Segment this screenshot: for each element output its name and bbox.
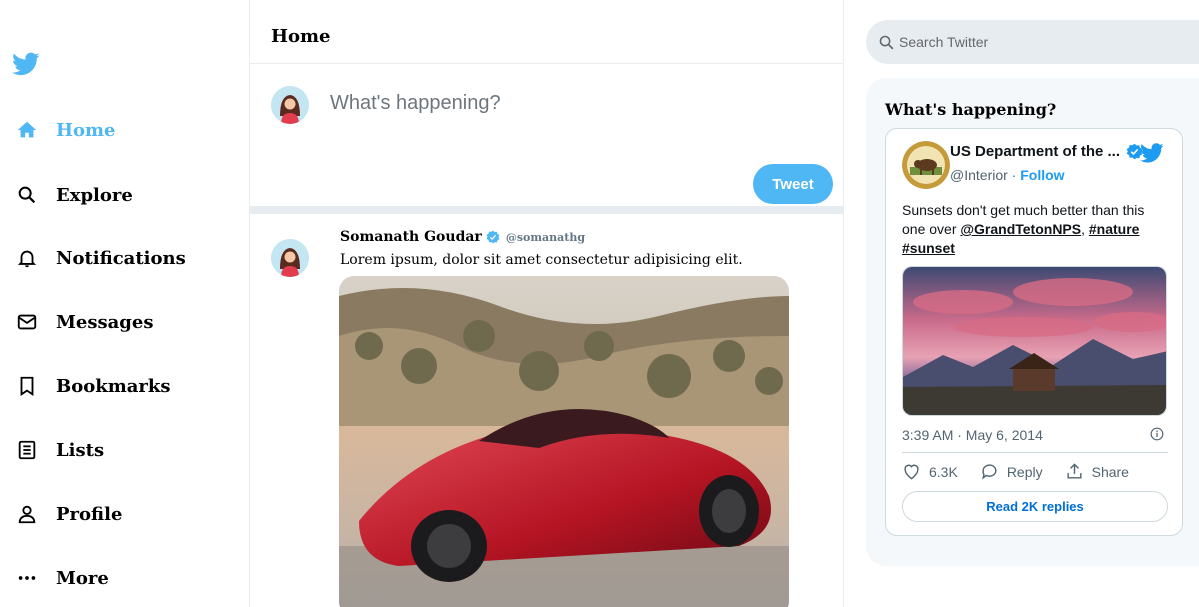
- tweet-button[interactable]: Tweet: [753, 164, 833, 204]
- feed-header: Home: [250, 0, 843, 64]
- search-bar[interactable]: [866, 20, 1199, 64]
- list-icon: [14, 437, 40, 463]
- info-icon[interactable]: [1150, 427, 1164, 441]
- sidebar-item-messages[interactable]: Messages: [14, 302, 153, 342]
- search-input[interactable]: [899, 34, 1179, 50]
- reply-button[interactable]: Reply: [980, 462, 1043, 481]
- divider: [902, 452, 1168, 453]
- follow-link[interactable]: Follow: [1020, 167, 1064, 183]
- tweet-input[interactable]: [330, 92, 790, 115]
- embedded-tweet[interactable]: US Department of the ... @Interior · Fol…: [885, 128, 1183, 536]
- embed-author[interactable]: US Department of the ...: [950, 143, 1143, 160]
- sidebar-item-label: Notifications: [56, 247, 186, 269]
- mention-link[interactable]: @GrandTetonNPS: [960, 221, 1081, 237]
- share-label: Share: [1091, 463, 1129, 480]
- post[interactable]: Somanath Goudar @somanathg Lorem ipsum, …: [250, 214, 843, 607]
- embed-handle-line: @Interior · Follow: [950, 167, 1065, 183]
- post-image[interactable]: [339, 276, 789, 607]
- page-title: Home: [271, 26, 331, 47]
- sidebar-item-bookmarks[interactable]: Bookmarks: [14, 366, 171, 406]
- sidebar-item-label: Bookmarks: [56, 375, 171, 397]
- hashtag-link[interactable]: #nature: [1089, 221, 1140, 237]
- sidebar: Home Explore Notifications Messages Book…: [0, 0, 250, 607]
- person-icon: [14, 501, 40, 527]
- share-button[interactable]: Share: [1065, 462, 1129, 481]
- sidebar-item-label: Home: [56, 119, 116, 141]
- more-icon: [14, 565, 40, 591]
- timestamp[interactable]: 3:39 AM · May 6, 2014: [902, 427, 1043, 443]
- tweet-composer: Tweet: [250, 64, 843, 214]
- sidebar-item-profile[interactable]: Profile: [14, 494, 122, 534]
- twitter-logo-icon[interactable]: [1140, 143, 1164, 163]
- search-icon: [879, 35, 894, 49]
- hashtag-link[interactable]: #sunset: [902, 240, 955, 256]
- comma: ,: [1081, 221, 1085, 237]
- sidebar-item-label: Messages: [56, 311, 154, 333]
- trends-widget: What's happening? US Department of the .…: [866, 78, 1199, 566]
- like-button[interactable]: 6.3K: [902, 462, 958, 481]
- twitter-logo-icon[interactable]: [11, 50, 41, 78]
- feed: Home Tweet Somanath Goudar: [250, 0, 844, 607]
- heart-icon: [904, 464, 919, 480]
- sidebar-item-label: More: [56, 567, 109, 589]
- post-handle[interactable]: @somanathg: [506, 231, 585, 244]
- reply-icon: [981, 464, 997, 480]
- separator-dot: ·: [1011, 167, 1017, 183]
- share-icon: [1067, 463, 1082, 479]
- embed-author-name[interactable]: US Department of the ...: [950, 143, 1120, 160]
- sidebar-item-label: Explore: [56, 184, 133, 206]
- reply-label: Reply: [1006, 463, 1043, 480]
- avatar: [271, 86, 309, 124]
- post-author-name[interactable]: Somanath Goudar: [340, 229, 482, 245]
- post-text: Lorem ipsum, dolor sit amet consectetur …: [340, 252, 743, 268]
- sidebar-item-home[interactable]: Home: [14, 110, 116, 150]
- embed-image[interactable]: [902, 266, 1167, 416]
- sidebar-item-lists[interactable]: Lists: [14, 430, 104, 470]
- read-replies-button[interactable]: Read 2K replies: [902, 491, 1168, 522]
- bookmark-icon: [14, 373, 40, 399]
- sidebar-item-notifications[interactable]: Notifications: [14, 238, 186, 278]
- mail-icon: [14, 309, 40, 335]
- embed-handle[interactable]: @Interior: [950, 167, 1008, 183]
- home-icon: [14, 117, 40, 143]
- sidebar-item-explore[interactable]: Explore: [14, 175, 133, 215]
- sidebar-item-label: Lists: [56, 439, 105, 461]
- bell-icon: [14, 245, 40, 271]
- search-icon: [14, 182, 40, 208]
- post-header: Somanath Goudar @somanathg: [340, 229, 585, 245]
- widget-title: What's happening?: [885, 100, 1057, 119]
- embed-actions: 6.3K Reply Share: [902, 462, 1151, 481]
- like-count: 6.3K: [929, 463, 958, 480]
- avatar[interactable]: [271, 239, 309, 277]
- verified-icon: [486, 230, 500, 244]
- sidebar-item-more[interactable]: More: [14, 558, 109, 598]
- sidebar-item-label: Profile: [56, 503, 123, 525]
- embed-text: Sunsets don't get much better than this …: [902, 201, 1168, 258]
- avatar[interactable]: [902, 141, 950, 189]
